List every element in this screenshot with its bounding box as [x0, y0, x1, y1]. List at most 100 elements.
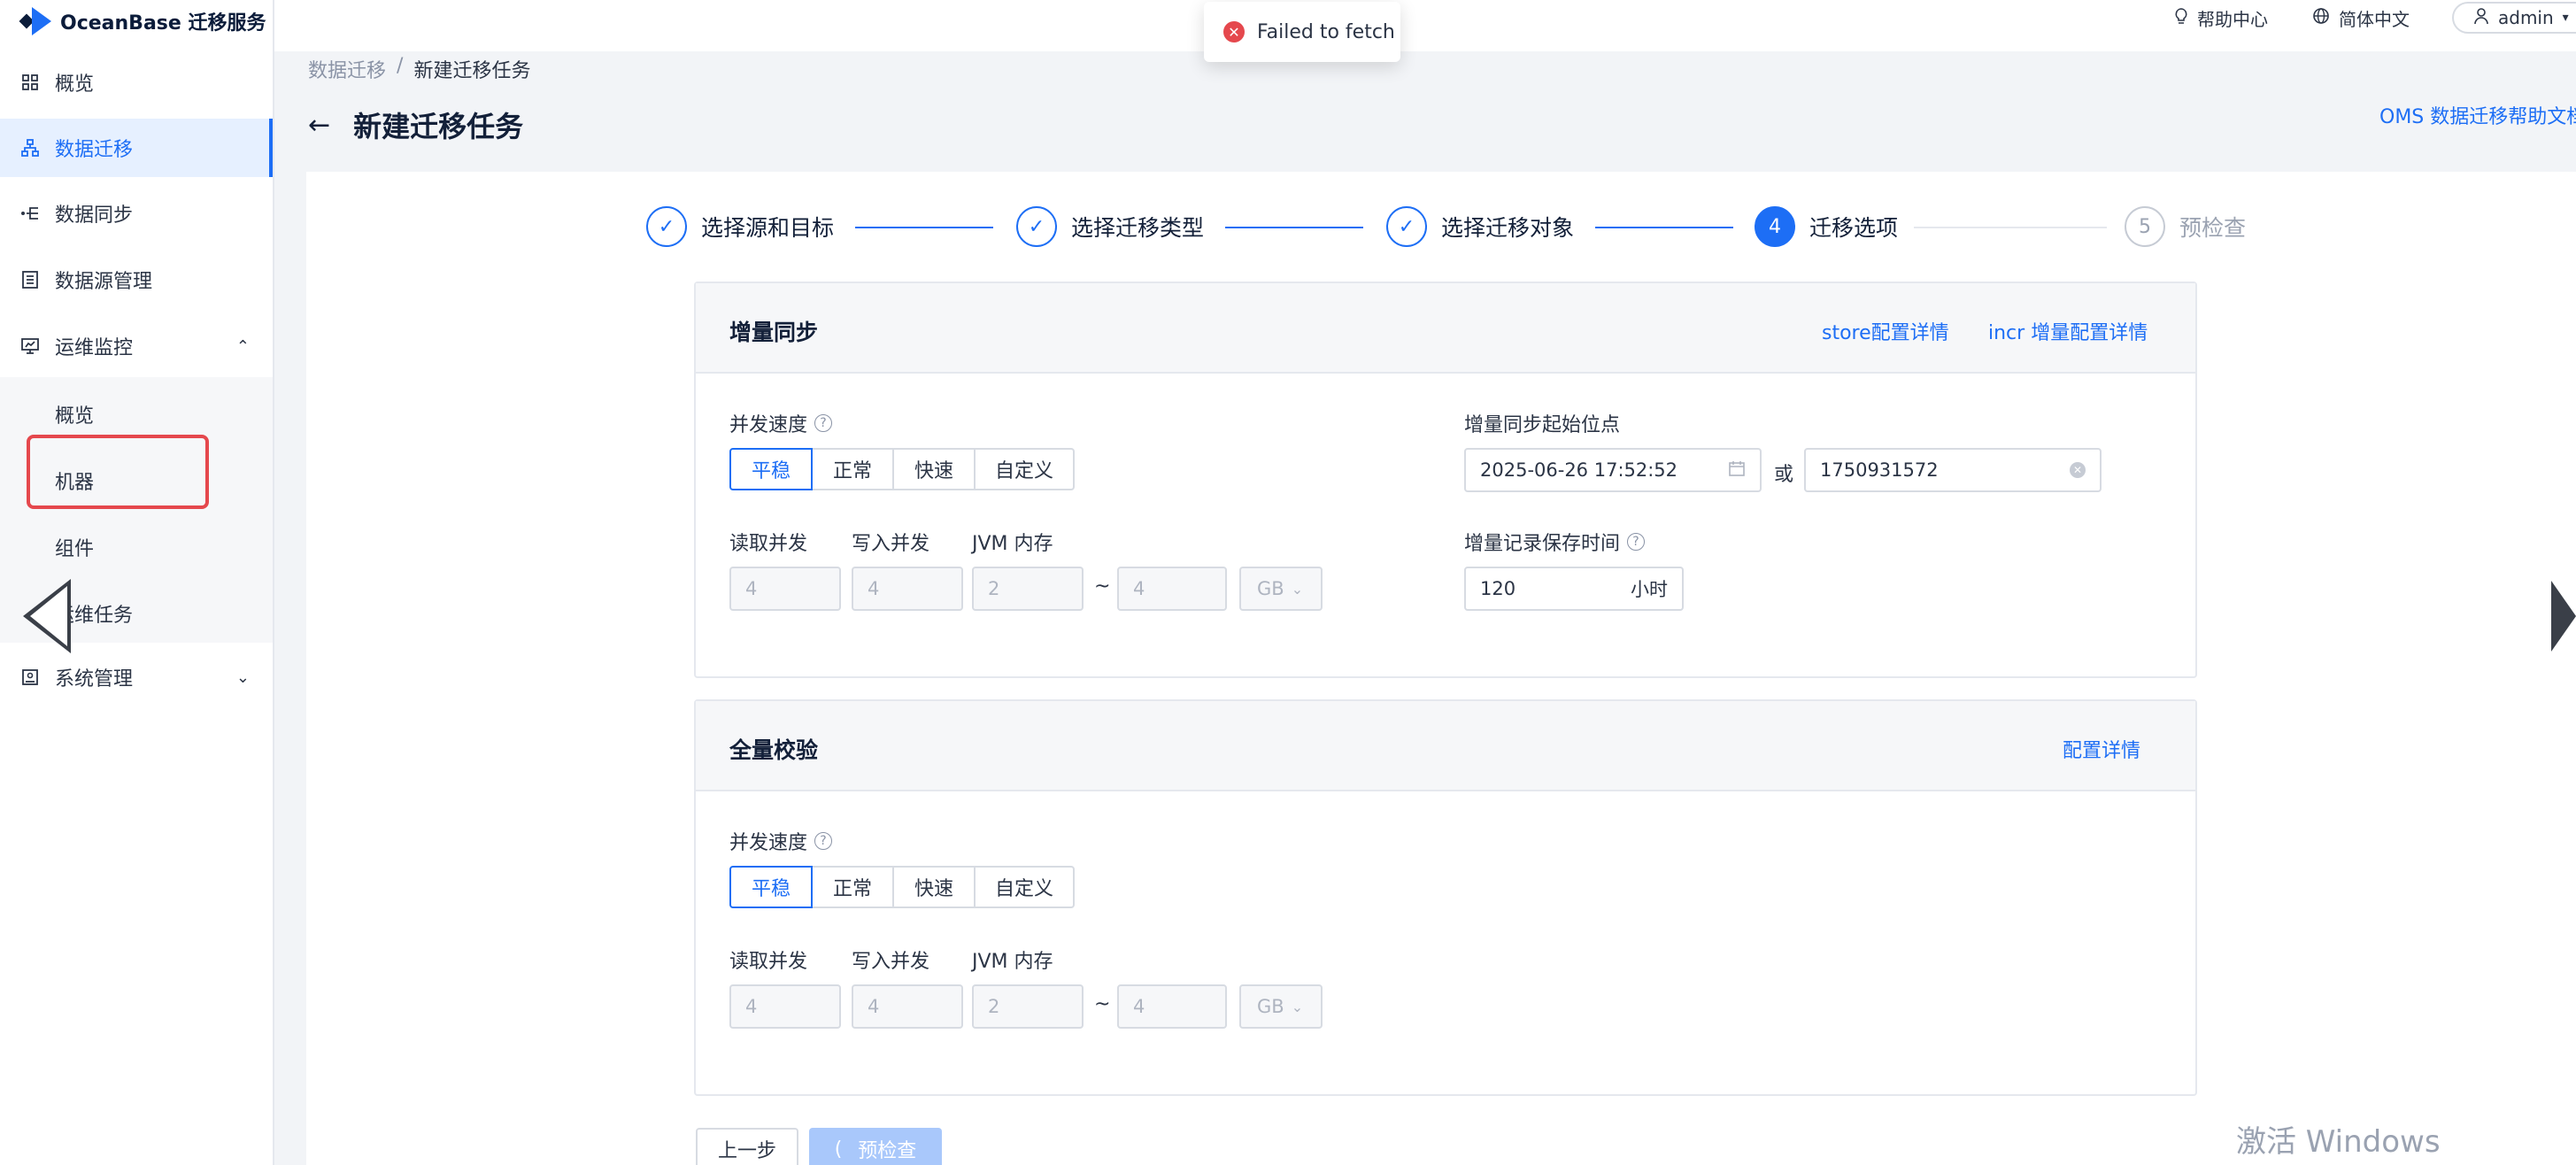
step-3[interactable]: ✓ 选择迁移对象	[1386, 205, 1574, 248]
help-center-label: 帮助中心	[2197, 8, 2268, 30]
read-concurrency-label: 读取并发	[729, 951, 808, 973]
write-concurrency-input[interactable]: 4	[852, 984, 963, 1029]
calendar-icon	[1728, 459, 1746, 482]
store-config-link[interactable]: store配置详情	[1822, 317, 1949, 345]
retention-label: 增量记录保存时间 ?	[1464, 528, 1646, 556]
next-slide-arrow-icon[interactable]	[2551, 581, 2576, 652]
sidebar-item-overview[interactable]: 概览	[0, 53, 273, 112]
language-switch[interactable]: 简体中文	[2312, 0, 2410, 35]
user-name: admin	[2498, 7, 2554, 28]
step-label: 选择迁移对象	[1441, 215, 1575, 241]
jvm-unit-select[interactable]: GB ⌄	[1239, 567, 1323, 611]
toast-message: Failed to fetch	[1257, 20, 1395, 43]
error-toast: ✕ Failed to fetch	[1204, 2, 1400, 62]
start-datetime-picker[interactable]: 2025-06-26 17:52:52	[1464, 448, 1762, 492]
dashboard-icon	[19, 72, 41, 93]
speed-option-fast[interactable]: 快速	[892, 448, 976, 490]
globe-icon	[2312, 7, 2330, 29]
back-arrow-icon[interactable]: ←	[308, 110, 330, 141]
help-center-button[interactable]: 帮助中心	[2174, 0, 2268, 35]
jvm-min-input[interactable]: 2	[972, 567, 1084, 611]
retention-input[interactable]: 120 小时	[1464, 567, 1684, 611]
jvm-max-input[interactable]: 4	[1117, 567, 1227, 611]
monitor-icon	[19, 336, 41, 357]
sync-icon	[19, 203, 41, 224]
read-concurrency-input[interactable]: 4	[729, 984, 841, 1029]
read-concurrency-label: 读取并发	[729, 533, 808, 555]
breadcrumb-current: 新建迁移任务	[413, 60, 531, 82]
app-logo[interactable]: OceanBase 迁移服务	[19, 4, 266, 39]
precheck-button[interactable]: ( 预检查	[809, 1128, 942, 1165]
question-icon[interactable]: ?	[814, 832, 833, 850]
sidebar-item-system[interactable]: 系统管理 ⌄	[0, 648, 273, 706]
step-connector	[1225, 227, 1363, 228]
write-concurrency-label: 写入并发	[852, 951, 930, 973]
submenu-item-overview[interactable]: 概览	[55, 400, 94, 428]
sidebar-item-data-migration[interactable]: 数据迁移	[0, 119, 273, 177]
sidebar-item-monitor[interactable]: 运维监控 ⌃	[0, 317, 273, 375]
read-concurrency-input[interactable]: 4	[729, 567, 841, 611]
speed-option-normal[interactable]: 正常	[811, 448, 894, 490]
write-concurrency-label: 写入并发	[852, 533, 930, 555]
concurrency-label-text: 并发速度	[729, 832, 808, 854]
card-header: 全量校验 配置详情	[696, 701, 2195, 791]
speed-option-custom[interactable]: 自定义	[974, 448, 1075, 490]
caret-down-icon: ▾	[2562, 11, 2569, 25]
oceanbase-logo-icon	[19, 4, 55, 39]
jvm-max-input[interactable]: 4	[1117, 984, 1227, 1029]
breadcrumb: 数据迁移 / 新建迁移任务	[308, 55, 530, 83]
language-label: 简体中文	[2339, 8, 2410, 30]
range-tilde: ~	[1094, 993, 1111, 1015]
chevron-down-icon: ⌄	[1291, 580, 1304, 598]
or-text: 或	[1774, 464, 1794, 486]
check-icon: ✓	[1386, 206, 1427, 247]
sidebar-item-label: 数据迁移	[55, 139, 134, 161]
sidebar-item-label: 数据源管理	[55, 271, 153, 293]
system-icon	[19, 667, 41, 688]
question-icon[interactable]: ?	[1627, 533, 1646, 551]
start-datetime-value: 2025-06-26 17:52:52	[1480, 459, 1678, 481]
speed-option-stable[interactable]: 平稳	[729, 448, 813, 490]
card-title: 全量校验	[729, 737, 819, 763]
concurrency-label-text: 并发速度	[729, 414, 808, 436]
datasource-icon	[19, 269, 41, 290]
retention-value: 120	[1480, 578, 1516, 599]
incr-config-link[interactable]: incr 增量配置详情	[1988, 317, 2148, 345]
start-timestamp-value: 1750931572	[1820, 459, 1939, 481]
jvm-unit-select[interactable]: GB ⌄	[1239, 984, 1323, 1029]
step-label: 迁移选项	[1809, 215, 1899, 241]
step-connector	[855, 227, 993, 228]
speed-option-stable[interactable]: 平稳	[729, 866, 813, 908]
check-icon: ✓	[1016, 206, 1057, 247]
sidebar-item-data-sync[interactable]: 数据同步	[0, 184, 273, 243]
chevron-down-icon: ⌄	[235, 667, 250, 687]
write-concurrency-input[interactable]: 4	[852, 567, 963, 611]
config-detail-link[interactable]: 配置详情	[2063, 735, 2140, 763]
start-timestamp-input[interactable]: 1750931572 ✕	[1804, 448, 2102, 492]
speed-option-custom[interactable]: 自定义	[974, 866, 1075, 908]
clear-icon[interactable]: ✕	[2070, 462, 2086, 478]
jvm-unit-value: GB	[1257, 996, 1284, 1017]
logo-text: OceanBase 迁移服务	[60, 12, 266, 35]
speed-option-fast[interactable]: 快速	[892, 866, 976, 908]
prev-step-button[interactable]: 上一步	[696, 1128, 798, 1165]
breadcrumb-parent[interactable]: 数据迁移	[308, 55, 386, 83]
speed-option-normal[interactable]: 正常	[811, 866, 894, 908]
step-2[interactable]: ✓ 选择迁移类型	[1016, 205, 1204, 248]
sidebar-item-label: 系统管理	[55, 668, 134, 691]
incr-start-label: 增量同步起始位点	[1464, 414, 1621, 436]
jvm-memory-label: JVM 内存	[972, 951, 1053, 973]
step-4: 4 迁移选项	[1755, 205, 1898, 248]
user-menu[interactable]: admin ▾	[2452, 2, 2576, 34]
submenu-item-component[interactable]: 组件	[55, 533, 94, 561]
step-label: 选择源和目标	[701, 215, 835, 241]
sidebar-item-datasource[interactable]: 数据源管理	[0, 251, 273, 309]
question-icon[interactable]: ?	[814, 414, 833, 432]
jvm-min-input[interactable]: 2	[972, 984, 1084, 1029]
jvm-memory-label: JVM 内存	[972, 533, 1053, 555]
chevron-down-icon: ⌄	[1291, 998, 1304, 1015]
prev-slide-arrow-icon[interactable]	[23, 579, 71, 653]
help-doc-link[interactable]: OMS 数据迁移帮助文档	[2379, 101, 2576, 129]
step-1[interactable]: ✓ 选择源和目标	[646, 205, 834, 248]
breadcrumb-separator: /	[397, 55, 404, 77]
